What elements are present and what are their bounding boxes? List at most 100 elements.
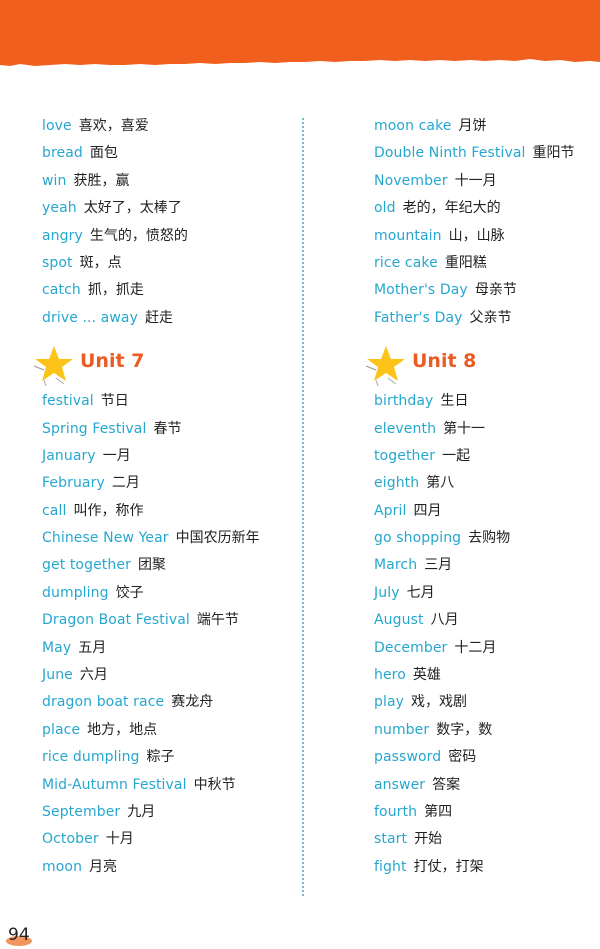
vocab-entry: love 喜欢，喜爱 (42, 113, 292, 140)
vocab-entry: number 数字，数 (374, 717, 600, 744)
chinese-meaning: 粽子 (146, 749, 175, 766)
chinese-meaning: 端午节 (196, 612, 239, 629)
english-word: spot (42, 254, 73, 271)
chinese-meaning: 赶走 (144, 309, 173, 326)
vocab-entry: December 十二月 (374, 635, 600, 662)
chinese-meaning: 开始 (414, 831, 443, 848)
vocab-entry: March 三月 (374, 552, 600, 579)
english-word: catch (42, 282, 81, 299)
vocab-entry: festival 节日 (42, 388, 292, 415)
vocab-entry: rice cake 重阳糕 (374, 250, 600, 277)
chinese-meaning: 十月 (105, 831, 134, 848)
english-word: win (42, 172, 67, 189)
vocab-entry: hero 英雄 (374, 662, 600, 689)
unit-title: Unit 7 (80, 350, 145, 373)
english-word: fight (374, 858, 407, 875)
intro-vocab-list: love 喜欢，喜爱 bread 面包 win 获胜，赢 yeah 太好了，太棒了 an… (42, 113, 292, 332)
english-word: eleventh (374, 420, 437, 437)
chinese-meaning: 九月 (127, 803, 156, 820)
vocab-entry: November 十一月 (374, 168, 600, 195)
english-word: February (42, 475, 105, 492)
vocab-entry: rice dumpling 粽子 (42, 744, 292, 771)
vocab-entry: July 七月 (374, 580, 600, 607)
english-word: call (42, 502, 67, 519)
chinese-meaning: 叫作，称作 (73, 502, 144, 519)
english-word: get together (42, 557, 131, 574)
vocab-entry: June 六月 (42, 662, 292, 689)
english-word: dumpling (42, 584, 109, 601)
vocab-entry: spot 斑，点 (42, 250, 292, 277)
english-word: November (374, 172, 448, 189)
chinese-meaning: 中国农历新年 (175, 530, 260, 547)
chinese-meaning: 英雄 (412, 667, 441, 684)
chinese-meaning: 中秋节 (193, 776, 236, 793)
chinese-meaning: 太好了，太棒了 (83, 200, 182, 217)
left-column: love 喜欢，喜爱 bread 面包 win 获胜，赢 yeah 太好了，太棒了 an… (33, 113, 292, 881)
chinese-meaning: 十二月 (454, 639, 497, 656)
chinese-meaning: 获胜，赢 (73, 172, 130, 189)
english-word: March (374, 557, 418, 574)
vocab-entry: answer 答案 (374, 772, 600, 799)
vocab-entry: dumpling 饺子 (42, 580, 292, 607)
english-word: moon cake (374, 118, 452, 134)
english-word: September (42, 803, 121, 820)
vocab-entry: February 二月 (42, 470, 292, 497)
unit-7-vocab-list: festival 节日 Spring Festival 春节 January 一月 F… (42, 388, 292, 881)
english-word: December (374, 639, 448, 656)
chinese-meaning: 重阳节 (532, 145, 575, 162)
star-icon (33, 346, 73, 387)
english-word: moon (42, 858, 83, 875)
english-word: go shopping (374, 530, 462, 547)
english-word: yeah (42, 200, 77, 217)
chinese-meaning: 抓，抓走 (87, 282, 144, 299)
english-word: eighth (374, 475, 420, 492)
english-word: July (374, 584, 400, 601)
vocab-entry: drive ... away 赶走 (42, 305, 292, 332)
chinese-meaning: 斑，点 (79, 254, 122, 271)
vocab-entry: fight 打仗，打架 (374, 854, 600, 881)
chinese-meaning: 十一月 (454, 172, 497, 189)
chinese-meaning: 打仗，打架 (413, 858, 484, 875)
vocab-entry: yeah 太好了，太棒了 (42, 195, 292, 222)
chinese-meaning: 第八 (426, 475, 455, 492)
english-word: January (42, 447, 96, 464)
chinese-meaning: 去购物 (468, 530, 511, 547)
vocab-entry: place 地方，地点 (42, 717, 292, 744)
vocab-entry: September 九月 (42, 799, 292, 826)
english-word: Father's Day (374, 309, 463, 326)
vocab-entry: go shopping 去购物 (374, 525, 600, 552)
chinese-meaning: 春节 (153, 420, 182, 437)
english-word: password (374, 749, 442, 766)
chinese-meaning: 答案 (432, 776, 461, 793)
vocab-entry: moon 月亮 (42, 854, 292, 881)
chinese-meaning: 五月 (78, 639, 107, 656)
vocab-entry: start 开始 (374, 826, 600, 853)
english-word: rice dumpling (42, 749, 140, 766)
english-word: Mother's Day (374, 282, 468, 299)
english-word: rice cake (374, 254, 438, 271)
english-word: place (42, 721, 81, 738)
chinese-meaning: 第十一 (443, 420, 486, 437)
page-number: 94 (8, 925, 30, 945)
vocab-entry: old 老的，年纪大的 (374, 195, 600, 222)
english-word: together (374, 447, 436, 464)
vocab-entry: October 十月 (42, 826, 292, 853)
vocab-entry: May 五月 (42, 635, 292, 662)
unit-title: Unit 8 (412, 350, 477, 373)
chinese-meaning: 一起 (442, 447, 471, 464)
vocab-entry: win 获胜，赢 (42, 168, 292, 195)
english-word: Spring Festival (42, 420, 147, 437)
english-word: fourth (374, 803, 418, 820)
english-word: play (374, 694, 405, 711)
english-word: April (374, 502, 407, 519)
vocab-entry: fourth 第四 (374, 799, 600, 826)
chinese-meaning: 第四 (424, 803, 453, 820)
vocab-entry: eighth 第八 (374, 470, 600, 497)
chinese-meaning: 四月 (413, 502, 442, 519)
vocab-entry: moon cake 月饼 (374, 113, 600, 140)
vocab-entry: birthday 生日 (374, 388, 600, 415)
vocab-entry: together 一起 (374, 443, 600, 470)
vocab-entry: Double Ninth Festival 重阳节 (374, 140, 600, 167)
vocab-entry: password 密码 (374, 744, 600, 771)
chinese-meaning: 喜欢，喜爱 (78, 118, 149, 134)
